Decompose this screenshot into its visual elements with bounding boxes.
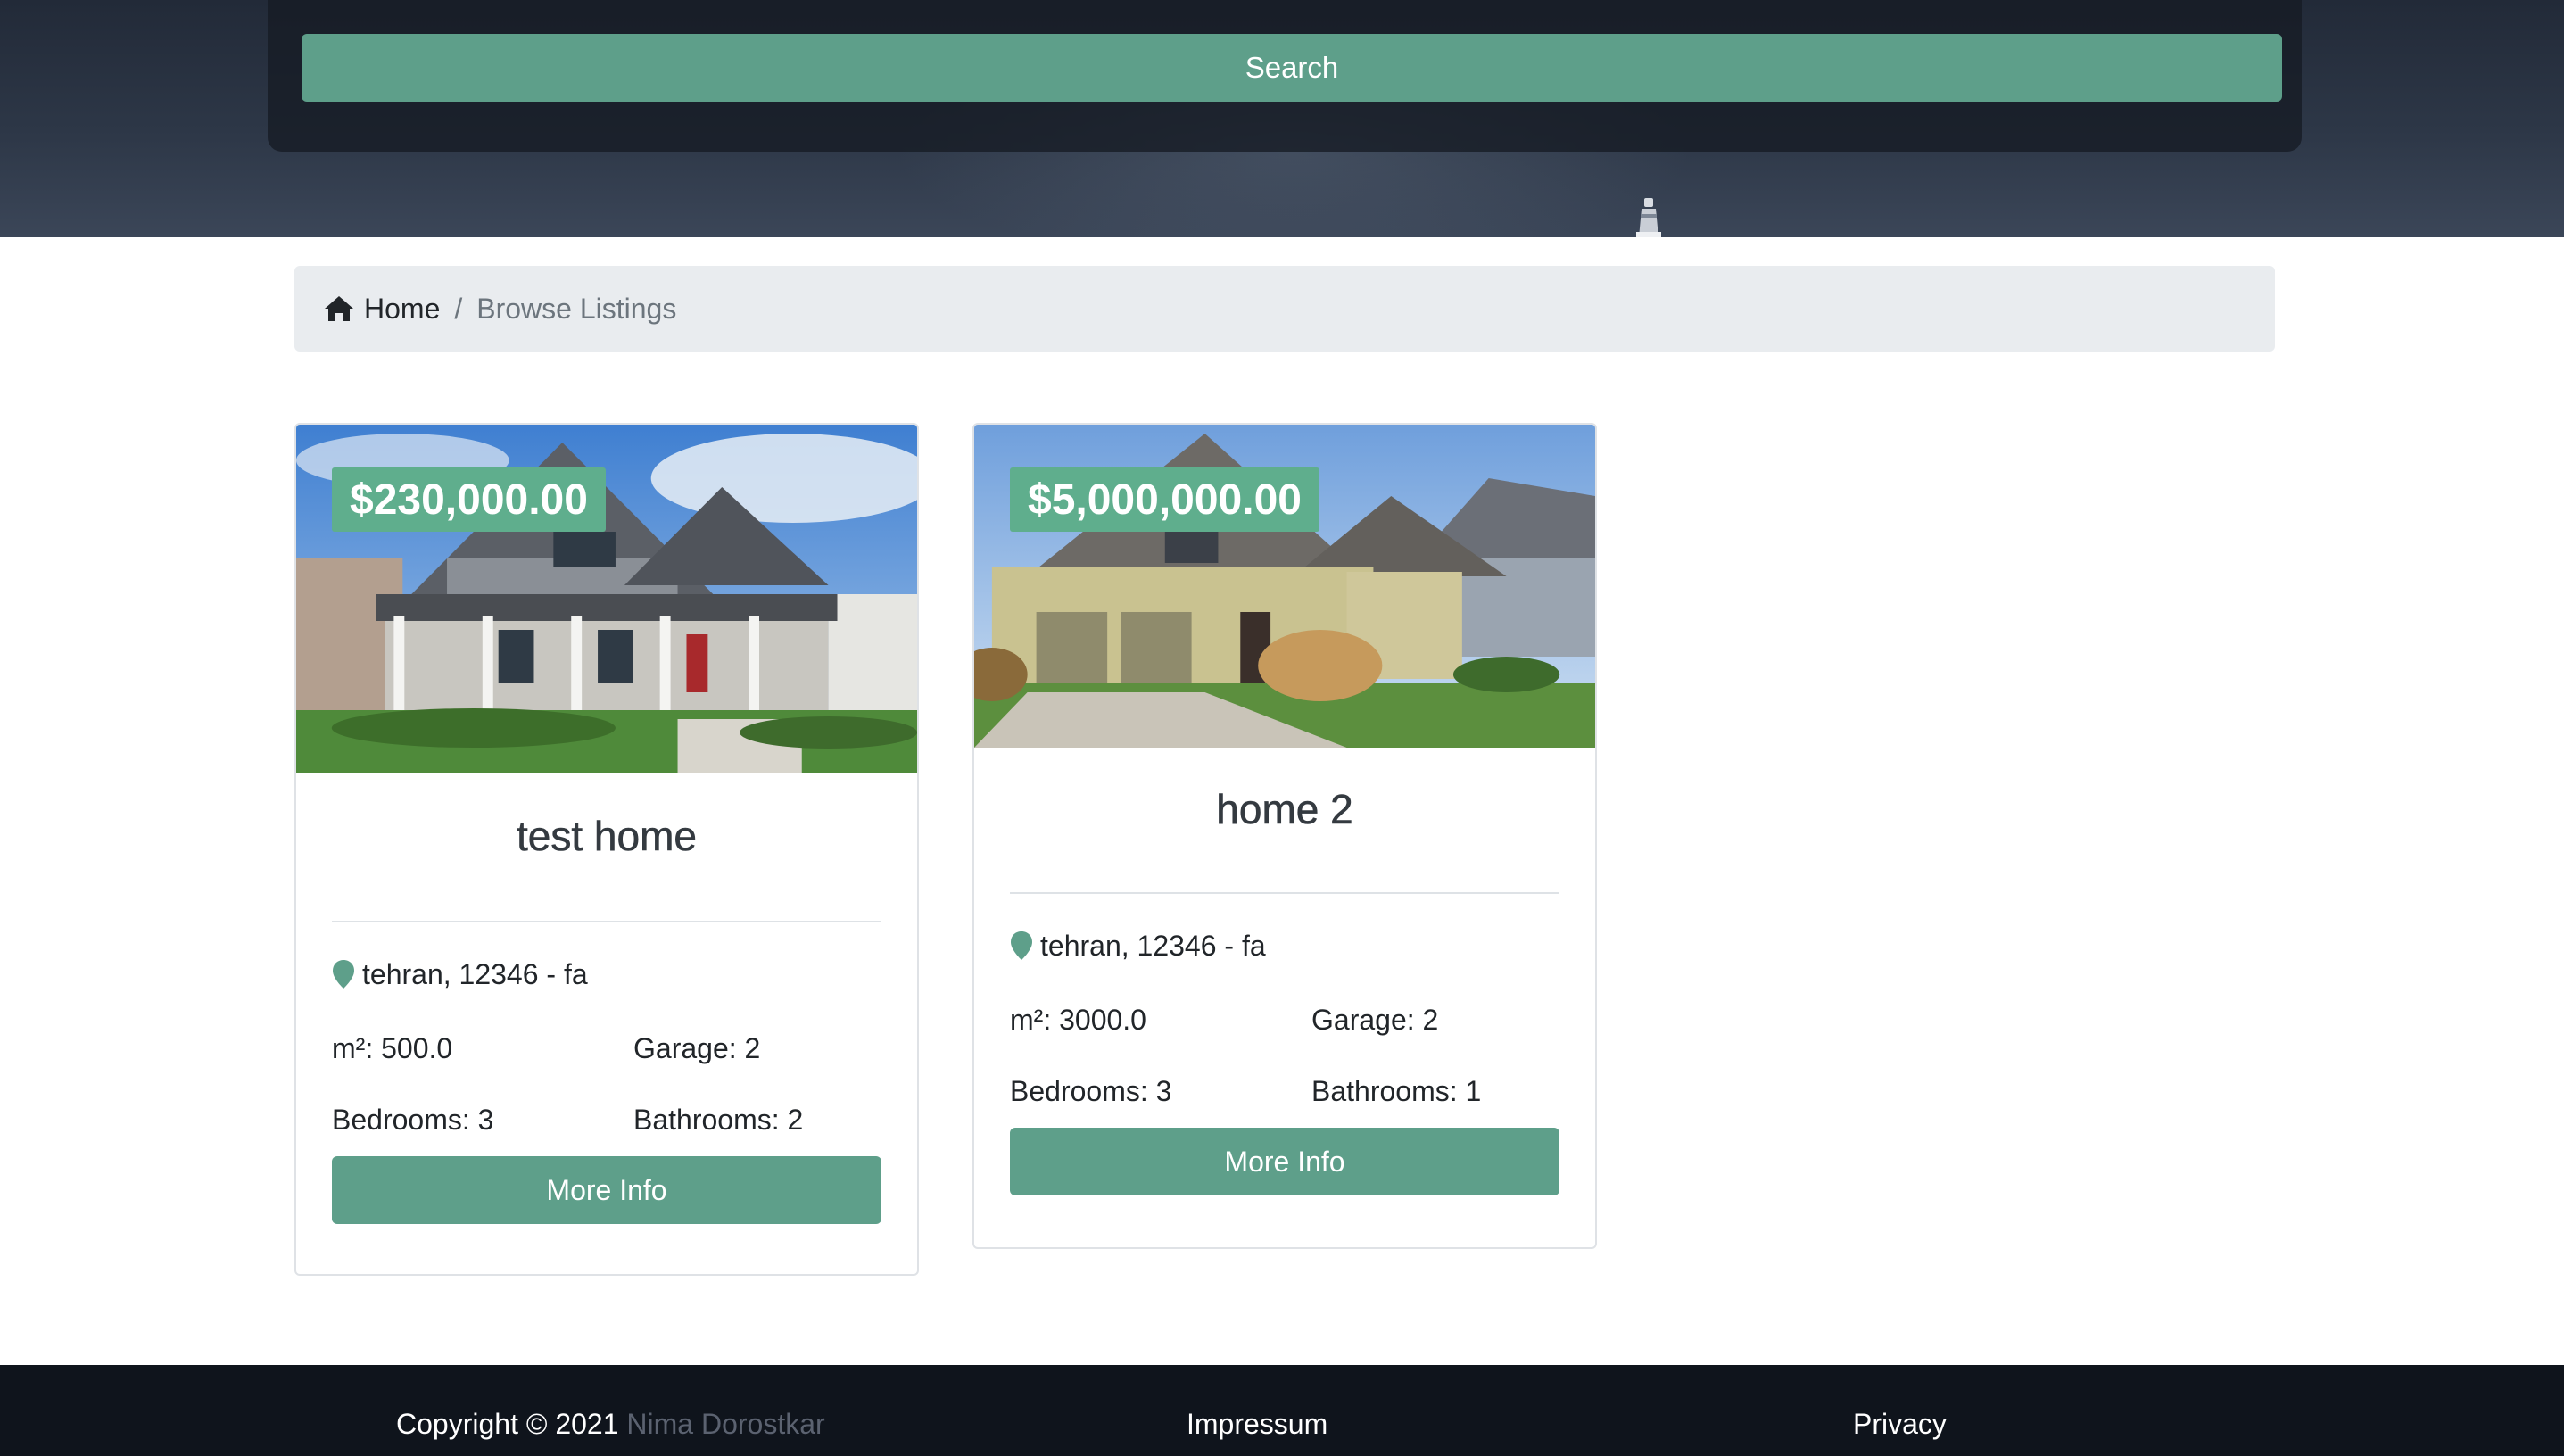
area-fact: m²: 500.0	[332, 1032, 453, 1064]
listing-photo[interactable]: $5,000,000.00	[974, 425, 1595, 748]
breadcrumb-current: Browse Listings	[476, 292, 677, 325]
price-badge: $230,000.00	[332, 467, 606, 532]
listing-location: tehran, 12346 - fa	[332, 955, 881, 994]
listing-facts: m²: 500.0 Garage: 2 Bedrooms: 3 Bathroom…	[332, 1030, 881, 1138]
area-fact: m²: 3000.0	[1010, 1004, 1146, 1036]
footer-copyright: Copyright © 2021 Nima Dorostkar	[396, 1408, 825, 1441]
lighthouse-icon	[1636, 198, 1661, 237]
price-badge: $5,000,000.00	[1010, 467, 1319, 532]
author-link[interactable]: Nima Dorostkar	[626, 1408, 824, 1440]
map-marker-icon	[1011, 931, 1032, 960]
bathrooms-fact: Bathrooms: 1	[1311, 1075, 1482, 1107]
map-marker-icon	[333, 960, 354, 989]
breadcrumb: Home / Browse Listings	[294, 266, 2275, 352]
bedrooms-fact: Bedrooms: 3	[1010, 1075, 1172, 1107]
home-icon	[325, 296, 353, 321]
listing-card: $230,000.00 test home tehran, 12346 - fa…	[294, 423, 919, 1276]
footer: Copyright © 2021 Nima Dorostkar Impressu…	[0, 1365, 2564, 1456]
listing-title: home 2	[1216, 786, 1353, 833]
copyright-text: Copyright © 2021	[396, 1408, 619, 1440]
garage-fact: Garage: 2	[633, 1032, 761, 1064]
search-button[interactable]: Search	[302, 34, 2282, 102]
impressum-link[interactable]: Impressum	[1187, 1408, 1327, 1441]
listing-title: test home	[517, 813, 698, 860]
card-divider	[332, 921, 881, 922]
bathrooms-fact: Bathrooms: 2	[633, 1104, 804, 1136]
card-divider	[1010, 892, 1559, 894]
breadcrumb-home-link[interactable]: Home	[323, 293, 440, 326]
hero-banner: Search	[0, 0, 2564, 237]
listing-location: tehran, 12346 - fa	[1010, 926, 1559, 965]
privacy-link[interactable]: Privacy	[1853, 1408, 1947, 1441]
more-info-button[interactable]: More Info	[332, 1156, 881, 1224]
breadcrumb-home-label: Home	[364, 292, 441, 325]
location-text: tehran, 12346 - fa	[1040, 929, 1266, 962]
search-panel: Search	[268, 0, 2302, 152]
bedrooms-fact: Bedrooms: 3	[332, 1104, 494, 1136]
more-info-button[interactable]: More Info	[1010, 1128, 1559, 1195]
breadcrumb-separator: /	[454, 292, 463, 325]
garage-fact: Garage: 2	[1311, 1004, 1439, 1036]
listing-facts: m²: 3000.0 Garage: 2 Bedrooms: 3 Bathroo…	[1010, 1001, 1559, 1110]
location-text: tehran, 12346 - fa	[362, 957, 588, 990]
listing-card: $5,000,000.00 home 2 tehran, 12346 - fa …	[972, 423, 1597, 1249]
listing-photo[interactable]: $230,000.00	[296, 425, 917, 773]
